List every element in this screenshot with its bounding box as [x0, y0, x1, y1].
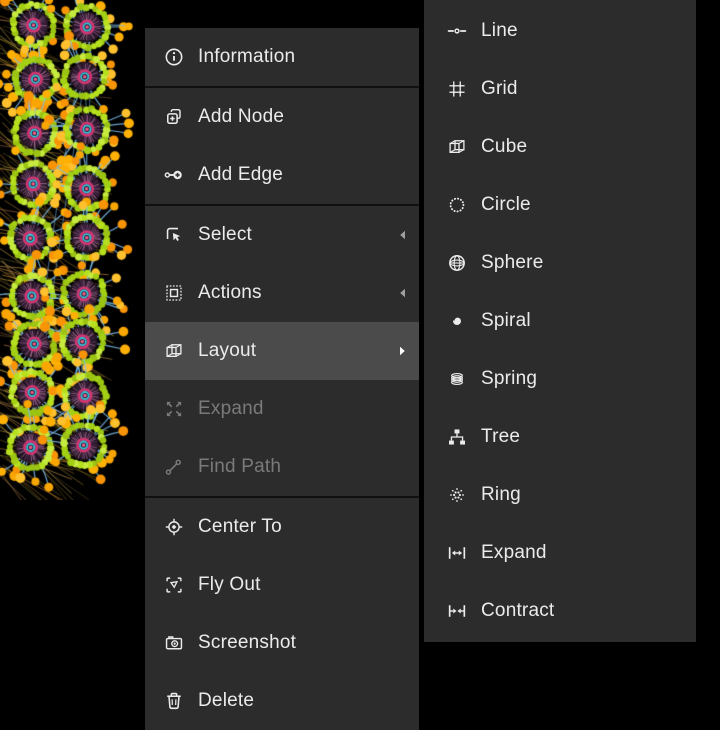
camera-icon	[163, 633, 184, 654]
menu-item-expand: Expand	[145, 380, 419, 438]
menu-item-delete[interactable]: Delete	[145, 672, 419, 730]
submenu-open-arrow-icon	[397, 345, 407, 357]
actions-marquee-icon	[163, 283, 184, 304]
menu-item-label: Screenshot	[198, 632, 407, 654]
menu-item-label: Fly Out	[198, 574, 407, 596]
fly-out-icon	[163, 575, 184, 596]
submenu-item-label: Line	[481, 20, 684, 42]
menu-item-label: Actions	[198, 282, 397, 304]
trash-icon	[163, 691, 184, 712]
submenu-item-line[interactable]: Line	[424, 2, 696, 60]
expand-horizontal-icon	[446, 543, 467, 564]
menu-section-edit: Add Node Add Edge	[145, 88, 419, 206]
submenu-item-label: Spiral	[481, 310, 684, 332]
menu-item-label: Find Path	[198, 456, 407, 478]
center-target-icon	[163, 517, 184, 538]
submenu-item-ring[interactable]: Ring	[424, 466, 696, 524]
submenu-item-contract[interactable]: Contract	[424, 582, 696, 640]
submenu-item-grid[interactable]: Grid	[424, 60, 696, 118]
spiral-icon	[446, 311, 467, 332]
submenu-item-circle[interactable]: Circle	[424, 176, 696, 234]
info-icon	[163, 47, 184, 68]
context-menu: Information Add Node	[145, 28, 419, 730]
submenu-item-spiral[interactable]: Spiral	[424, 292, 696, 350]
expand-arrows-icon	[163, 399, 184, 420]
menu-item-label: Expand	[198, 398, 407, 420]
submenu-item-label: Grid	[481, 78, 684, 100]
menu-item-add-edge[interactable]: Add Edge	[145, 146, 419, 204]
submenu-item-label: Contract	[481, 600, 684, 622]
menu-item-find-path: Find Path	[145, 438, 419, 496]
select-cursor-icon	[163, 225, 184, 246]
submenu-item-label: Tree	[481, 426, 684, 448]
menu-item-select[interactable]: Select	[145, 206, 419, 264]
submenu-item-label: Expand	[481, 542, 684, 564]
grid-icon	[446, 79, 467, 100]
graph-visualization[interactable]	[0, 0, 140, 500]
submenu-item-label: Ring	[481, 484, 684, 506]
submenu-item-label: Sphere	[481, 252, 684, 274]
menu-item-information[interactable]: Information	[145, 28, 419, 86]
sphere-icon	[446, 253, 467, 274]
submenu-item-spring[interactable]: Spring	[424, 350, 696, 408]
menu-item-layout[interactable]: Layout	[145, 322, 419, 380]
menu-section-tools: Select Actions	[145, 206, 419, 498]
submenu-item-label: Circle	[481, 194, 684, 216]
cube-icon	[163, 341, 184, 362]
submenu-item-cube[interactable]: Cube	[424, 118, 696, 176]
ring-dots-icon	[446, 485, 467, 506]
menu-item-label: Information	[198, 46, 407, 68]
menu-item-label: Select	[198, 224, 397, 246]
submenu-item-label: Spring	[481, 368, 684, 390]
layout-submenu: Line Grid	[424, 0, 696, 642]
line-icon	[446, 21, 467, 42]
add-edge-icon	[163, 165, 184, 186]
menu-item-fly-out[interactable]: Fly Out	[145, 556, 419, 614]
menu-section-info: Information	[145, 28, 419, 88]
submenu-item-label: Cube	[481, 136, 684, 158]
cube-icon	[446, 137, 467, 158]
menu-item-label: Add Edge	[198, 164, 407, 186]
submenu-item-expand[interactable]: Expand	[424, 524, 696, 582]
submenu-item-tree[interactable]: Tree	[424, 408, 696, 466]
contract-horizontal-icon	[446, 601, 467, 622]
add-node-icon	[163, 107, 184, 128]
menu-item-label: Layout	[198, 340, 397, 362]
tree-icon	[446, 427, 467, 448]
dotted-circle-icon	[446, 195, 467, 216]
menu-item-screenshot[interactable]: Screenshot	[145, 614, 419, 672]
menu-item-label: Center To	[198, 516, 407, 538]
menu-item-label: Delete	[198, 690, 407, 712]
submenu-left-arrow-icon	[397, 229, 407, 241]
submenu-item-sphere[interactable]: Sphere	[424, 234, 696, 292]
menu-section-view: Center To Fly Out Screenshot	[145, 498, 419, 730]
menu-item-center-to[interactable]: Center To	[145, 498, 419, 556]
spring-coil-icon	[446, 369, 467, 390]
path-icon	[163, 457, 184, 478]
menu-item-actions[interactable]: Actions	[145, 264, 419, 322]
submenu-left-arrow-icon	[397, 287, 407, 299]
menu-item-add-node[interactable]: Add Node	[145, 88, 419, 146]
menu-item-label: Add Node	[198, 106, 407, 128]
